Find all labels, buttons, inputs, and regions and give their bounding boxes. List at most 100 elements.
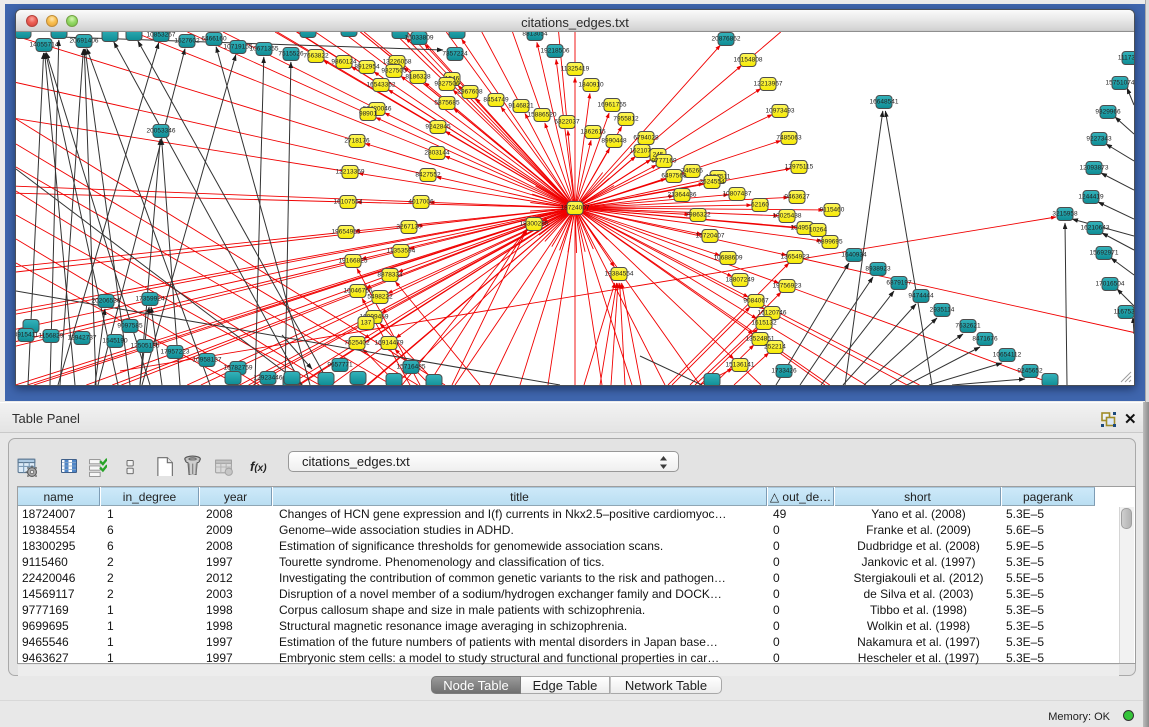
svg-text:1527602: 1527602 <box>174 38 200 45</box>
svg-text:17359924: 17359924 <box>136 296 165 303</box>
svg-text:1545190: 1545190 <box>102 338 128 345</box>
svg-text:10025438: 10025438 <box>773 213 802 220</box>
svg-text:2935114: 2935114 <box>930 307 955 314</box>
svg-text:11325419: 11325419 <box>561 66 590 73</box>
svg-text:8471676: 8471676 <box>972 336 998 343</box>
svg-text:8912954: 8912954 <box>354 64 380 71</box>
svg-text:1615132: 1615132 <box>751 320 777 327</box>
svg-text:13654923: 13654923 <box>781 254 810 261</box>
svg-text:12942737: 12942737 <box>68 335 97 342</box>
svg-text:19166825: 19166825 <box>339 258 368 265</box>
svg-text:12093873: 12093873 <box>1080 165 1109 172</box>
svg-text:18724007: 18724007 <box>561 205 590 212</box>
svg-text:9097585: 9097585 <box>117 323 143 330</box>
svg-text:9327506: 9327506 <box>434 81 460 88</box>
svg-text:10853267: 10853267 <box>147 32 176 39</box>
svg-text:15886520: 15886520 <box>528 112 557 119</box>
svg-text:8186328: 8186328 <box>405 74 431 81</box>
svg-text:15720407: 15720407 <box>696 233 725 240</box>
svg-text:14055714: 14055714 <box>30 42 59 49</box>
svg-text:8813054: 8813054 <box>522 32 548 38</box>
svg-text:7485063: 7485063 <box>776 135 802 142</box>
svg-text:19756923: 19756923 <box>773 283 802 290</box>
svg-text:6466160: 6466160 <box>201 36 227 43</box>
svg-text:16914479: 16914479 <box>375 340 404 347</box>
svg-text:17016504: 17016504 <box>1096 281 1125 288</box>
svg-text:137: 137 <box>361 320 372 327</box>
svg-text:17957223: 17957223 <box>161 349 190 356</box>
svg-text:6497568: 6497568 <box>661 173 687 180</box>
svg-text:3624554: 3624554 <box>699 179 725 186</box>
svg-text:7357224: 7357224 <box>442 51 468 58</box>
svg-text:16782759: 16782759 <box>224 365 253 372</box>
svg-text:15692971: 15692971 <box>1090 250 1119 257</box>
svg-text:9474444: 9474444 <box>908 293 934 300</box>
svg-text:15751074: 15751074 <box>1106 80 1134 87</box>
svg-text:7663822: 7663822 <box>303 53 329 60</box>
svg-text:9115460: 9115460 <box>820 207 845 214</box>
svg-text:2718176: 2718176 <box>344 138 370 145</box>
svg-text:16107554: 16107554 <box>334 199 363 206</box>
svg-text:6322037: 6322037 <box>554 119 580 126</box>
svg-text:16154808: 16154808 <box>734 57 763 64</box>
svg-text:5875685: 5875685 <box>434 100 460 107</box>
svg-text:8454749: 8454749 <box>483 97 509 104</box>
svg-text:62160: 62160 <box>751 202 769 209</box>
svg-text:8878334: 8878334 <box>377 272 403 279</box>
svg-text:7625402: 7625402 <box>344 340 370 347</box>
svg-text:9242845: 9242845 <box>425 124 451 131</box>
svg-text:10671355: 10671355 <box>250 46 279 53</box>
svg-text:10958137: 10958137 <box>193 357 222 364</box>
svg-text:98901: 98901 <box>359 111 377 118</box>
svg-text:19654955: 19654955 <box>332 229 361 236</box>
svg-text:1733426: 1733426 <box>771 368 797 375</box>
svg-text:1167533: 1167533 <box>1114 309 1134 316</box>
svg-text:5498222: 5498222 <box>367 294 393 301</box>
svg-text:1117345: 1117345 <box>1118 55 1134 62</box>
svg-text:1156829: 1156829 <box>39 333 64 340</box>
svg-text:1840910: 1840910 <box>578 82 604 89</box>
svg-text:1640934: 1640934 <box>841 252 867 259</box>
svg-text:11353594: 11353594 <box>387 248 416 255</box>
svg-text:6899695: 6899695 <box>817 239 843 246</box>
svg-text:12213967: 12213967 <box>754 81 783 88</box>
svg-text:9463627: 9463627 <box>784 194 810 201</box>
svg-text:7986322: 7986322 <box>685 212 711 219</box>
svg-text:9860124: 9860124 <box>331 59 357 66</box>
svg-text:19384554: 19384554 <box>605 271 634 278</box>
svg-text:9227343: 9227343 <box>1086 136 1112 143</box>
svg-text:9084067: 9084067 <box>743 298 769 305</box>
svg-text:1244419: 1244419 <box>1078 194 1104 201</box>
svg-text:12923446: 12923446 <box>254 375 283 382</box>
svg-text:10264: 10264 <box>809 227 827 234</box>
svg-text:16033809: 16033809 <box>405 35 434 42</box>
svg-text:6794028: 6794028 <box>633 135 659 142</box>
svg-text:7515526: 7515526 <box>278 51 304 58</box>
svg-text:16210643: 16210643 <box>1081 225 1110 232</box>
svg-text:16543362: 16543362 <box>367 82 396 89</box>
svg-text:18300295: 18300295 <box>520 221 549 228</box>
svg-text:2803144: 2803144 <box>424 150 450 157</box>
svg-text:252214: 252214 <box>764 344 786 351</box>
svg-text:15136141: 15136141 <box>726 362 755 369</box>
svg-text:17975115: 17975115 <box>785 164 814 171</box>
svg-text:12213369: 12213369 <box>336 169 365 176</box>
svg-text:21364436: 21364436 <box>668 192 697 199</box>
svg-text:10688609: 10688609 <box>714 255 743 262</box>
svg-text:2967608: 2967608 <box>457 89 483 96</box>
svg-text:4017006: 4017006 <box>408 199 434 206</box>
svg-text:6879197: 6879197 <box>886 280 912 287</box>
svg-text:7955812: 7955812 <box>613 116 639 123</box>
svg-text:3915411: 3915411 <box>16 332 39 339</box>
svg-text:8990448: 8990448 <box>601 138 627 145</box>
svg-text:9777169: 9777169 <box>651 158 677 165</box>
svg-text:10654112: 10654112 <box>993 352 1022 359</box>
svg-text:16648541: 16648541 <box>870 99 899 106</box>
svg-text:3267130: 3267130 <box>396 224 422 231</box>
svg-text:12505135: 12505135 <box>131 343 160 350</box>
svg-text:1362615: 1362615 <box>580 129 606 136</box>
svg-text:10719155: 10719155 <box>224 44 253 51</box>
svg-text:9146821: 9146821 <box>508 103 534 110</box>
svg-text:3215958: 3215958 <box>1052 211 1078 218</box>
svg-text:8427552: 8427552 <box>415 172 441 179</box>
